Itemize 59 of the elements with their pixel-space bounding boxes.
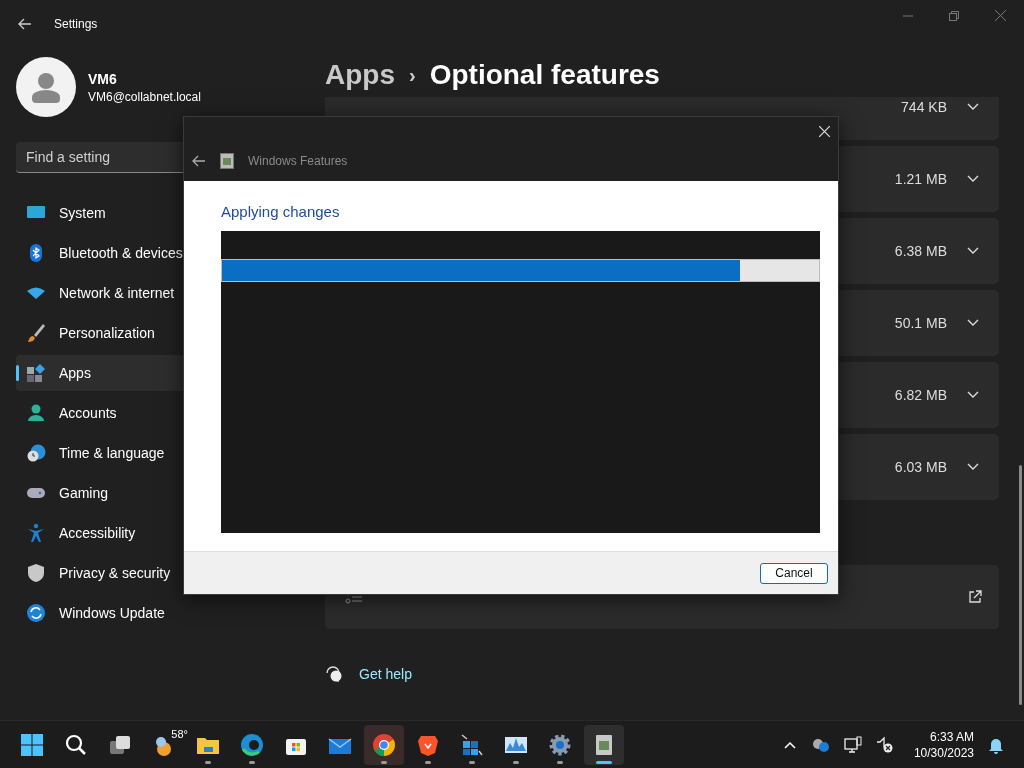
sidebar-item[interactable]: Time & language	[16, 435, 306, 471]
profile-name: VM6	[88, 70, 118, 87]
feature-size: 744 KB	[901, 99, 947, 115]
sidebar-item[interactable]: Network & internet	[16, 275, 306, 311]
taskbar-button[interactable]	[364, 724, 404, 765]
cancel-button[interactable]: Cancel	[760, 562, 828, 584]
sidebar-item[interactable]: Gaming	[16, 475, 306, 511]
app-icon	[20, 732, 44, 757]
category-icon	[26, 443, 46, 463]
feature-size: 6.03 MB	[894, 459, 947, 475]
feature-size: 50.1 MB	[894, 315, 947, 331]
sidebar-item[interactable]: Accessibility	[16, 515, 306, 551]
category-icon	[26, 603, 46, 623]
chevron-down-icon[interactable]	[967, 319, 979, 327]
profile-email: VM6@collabnet.local	[88, 89, 201, 104]
chevron-down-icon[interactable]	[967, 175, 979, 183]
sidebar-item[interactable]: Windows Update	[16, 595, 306, 631]
app-icon	[372, 732, 396, 757]
chevron-up-icon[interactable]	[783, 740, 796, 749]
feature-size: 6.38 MB	[894, 243, 947, 259]
breadcrumb-separator: ›	[409, 63, 416, 88]
help-link[interactable]: Get help	[359, 666, 412, 682]
external-link-icon	[968, 590, 982, 604]
app-icon	[240, 732, 264, 757]
chevron-down-icon[interactable]	[967, 247, 979, 255]
clock-time[interactable]: 6:33 AM	[929, 728, 974, 745]
category-icon	[26, 363, 46, 383]
sidebar-item[interactable]: Privacy & security	[16, 555, 306, 591]
taskbar-button[interactable]	[584, 724, 624, 765]
window-title: Settings	[54, 17, 98, 31]
app-icon	[548, 732, 572, 757]
chevron-down-icon[interactable]	[967, 391, 979, 399]
sidebar-item[interactable]: Accounts	[16, 395, 306, 431]
app-icon	[460, 732, 484, 757]
dialog-heading: Applying changes	[221, 203, 341, 221]
category-icon	[26, 523, 46, 543]
chevron-down-icon[interactable]	[967, 463, 979, 471]
breadcrumb-link[interactable]: Apps	[325, 57, 395, 93]
sidebar-item[interactable]: Personalization	[16, 315, 306, 351]
help-icon	[325, 665, 343, 683]
category-icon	[26, 403, 46, 423]
weather-temperature: 58°	[171, 727, 188, 740]
volume-muted-icon[interactable]	[875, 735, 894, 754]
app-icon	[64, 732, 88, 757]
sidebar-item[interactable]: Bluetooth & devices	[16, 235, 306, 271]
scrollbar[interactable]	[1019, 465, 1022, 705]
restore-icon[interactable]	[949, 10, 959, 21]
feature-size: 1.21 MB	[894, 171, 947, 187]
back-icon[interactable]	[18, 18, 32, 30]
page-title: Optional features	[429, 58, 660, 92]
category-icon	[26, 563, 46, 583]
feature-size: 6.82 MB	[894, 387, 947, 403]
chevron-down-icon[interactable]	[967, 103, 979, 111]
category-icon	[26, 323, 46, 343]
back-icon[interactable]	[192, 155, 206, 167]
network-icon[interactable]	[843, 735, 862, 754]
features-icon	[220, 153, 234, 169]
clock-date[interactable]: 10/30/2023	[913, 744, 974, 761]
avatar-icon	[16, 57, 76, 117]
